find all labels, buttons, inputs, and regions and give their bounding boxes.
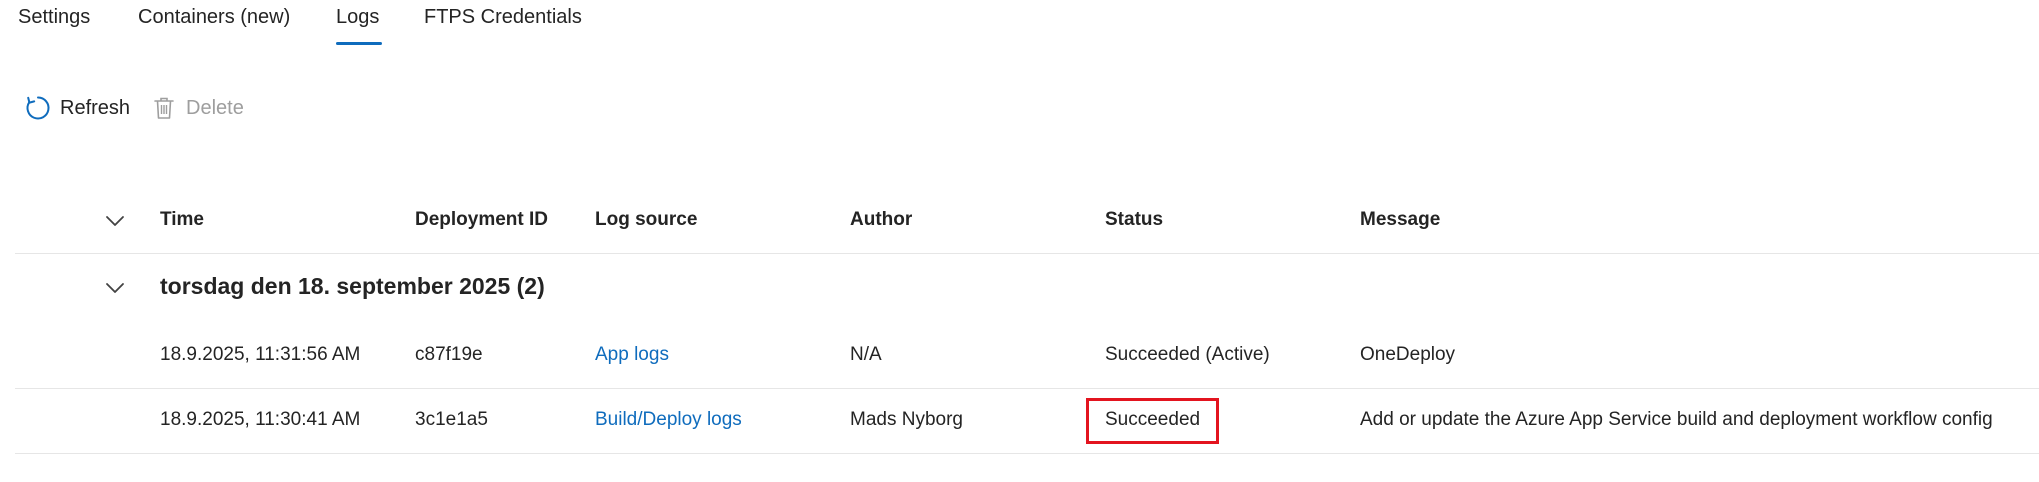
- refresh-icon: [24, 94, 52, 122]
- tab-containers-new[interactable]: Containers (new): [138, 6, 290, 29]
- collapse-all-chevron-icon[interactable]: [103, 209, 127, 233]
- log-source-link[interactable]: Build/Deploy logs: [595, 409, 742, 431]
- tab-logs[interactable]: Logs: [336, 6, 379, 29]
- column-header-log-source[interactable]: Log source: [595, 209, 697, 231]
- cell-deployment-id: c87f19e: [415, 344, 483, 365]
- tab-ftps-credentials[interactable]: FTPS Credentials: [424, 6, 582, 29]
- refresh-button[interactable]: Refresh: [24, 88, 130, 128]
- column-header-time[interactable]: Time: [160, 209, 204, 231]
- cell-deployment-id: 3c1e1a5: [415, 409, 488, 430]
- refresh-label: Refresh: [60, 96, 131, 119]
- active-tab-indicator: [336, 42, 382, 45]
- cell-author: N/A: [850, 344, 882, 365]
- cell-time: 18.9.2025, 11:31:56 AM: [160, 344, 361, 365]
- delete-button[interactable]: Delete: [150, 88, 244, 128]
- group-collapse-chevron-icon[interactable]: [103, 276, 127, 300]
- cell-time: 18.9.2025, 11:30:41 AM: [160, 409, 361, 430]
- column-header-status[interactable]: Status: [1105, 209, 1163, 231]
- cell-author: Mads Nyborg: [850, 409, 963, 430]
- delete-label: Delete: [186, 96, 244, 119]
- cell-status: Succeeded: [1105, 409, 1201, 430]
- column-header-author[interactable]: Author: [850, 209, 912, 231]
- log-source-link[interactable]: App logs: [595, 344, 669, 366]
- table-row[interactable]: 18.9.2025, 11:31:56 AM c87f19e App logs …: [15, 324, 2039, 389]
- group-header-row[interactable]: torsdag den 18. september 2025 (2): [15, 254, 2039, 324]
- cell-message: Add or update the Azure App Service buil…: [1360, 409, 1993, 430]
- table-header-row: Time Deployment ID Log source Author Sta…: [15, 195, 2039, 254]
- column-header-deployment-id[interactable]: Deployment ID: [415, 209, 548, 231]
- tab-bar: Settings Containers (new) Logs FTPS Cred…: [0, 0, 2039, 48]
- cell-message: OneDeploy: [1360, 344, 1456, 365]
- tab-settings[interactable]: Settings: [18, 6, 90, 29]
- trash-icon: [150, 94, 178, 122]
- toolbar: Refresh Delete: [0, 88, 600, 128]
- column-header-message[interactable]: Message: [1360, 209, 1440, 231]
- table-row[interactable]: 18.9.2025, 11:30:41 AM 3c1e1a5 Build/Dep…: [15, 389, 2039, 454]
- group-title: torsdag den 18. september 2025 (2): [160, 273, 545, 299]
- cell-status: Succeeded (Active): [1105, 344, 1270, 365]
